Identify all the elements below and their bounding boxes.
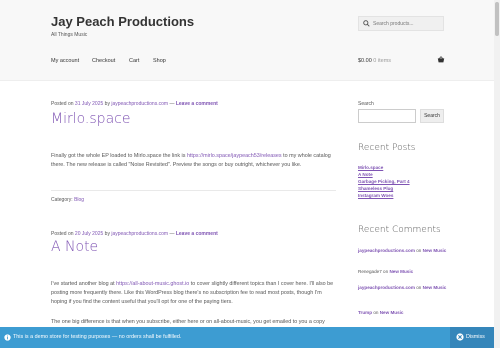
meta-separator: —	[169, 231, 175, 237]
demo-notice-message: This is a demo store for testing purpose…	[13, 334, 182, 340]
page-scrollbar[interactable]	[494, 0, 500, 348]
basket-icon[interactable]	[437, 56, 445, 64]
comment-on-label: on	[416, 248, 422, 253]
post-text: I've started another blog at	[51, 281, 117, 287]
recent-post-link[interactable]: Mirlo.space	[358, 164, 410, 171]
site-tagline: All Things Music	[51, 32, 88, 38]
post-meta: Posted on 31 July 2025 by jaypeachproduc…	[51, 101, 218, 107]
nav-item-cart[interactable]: Cart	[129, 58, 139, 64]
ghost-blog-link[interactable]: https://all-about-music.ghost.io	[116, 281, 189, 287]
post-author-link[interactable]: jaypeachproductions.com	[111, 101, 168, 107]
cart-total: $0.00	[358, 58, 372, 64]
posted-on-label: Posted on	[51, 101, 74, 107]
dismiss-label: Dismiss	[466, 334, 485, 340]
recent-post-link[interactable]: A Note	[358, 171, 410, 178]
recent-post-link[interactable]: Shameless Plug	[358, 185, 410, 192]
sidebar-search-label: Search	[358, 101, 374, 107]
search-icon	[363, 20, 370, 27]
by-label: by	[104, 101, 110, 107]
post-meta: Posted on 20 July 2025 by jaypeachproduc…	[51, 231, 218, 237]
cart-items-count: 0 items	[373, 58, 392, 64]
comment-post-link[interactable]: New Music	[389, 269, 413, 274]
recent-posts-title: Recent Posts	[358, 143, 416, 153]
header-cart[interactable]: $0.00 0 items	[358, 58, 391, 64]
post-date-link[interactable]: 20 July 2025	[75, 231, 103, 237]
category-label: Category	[51, 197, 72, 203]
info-icon	[4, 334, 11, 341]
post-category: Category: Blog	[51, 197, 85, 203]
nav-item-checkout[interactable]: Checkout	[92, 58, 115, 64]
recent-post-link[interactable]: Instagram Woes	[358, 192, 410, 199]
post-title[interactable]: A Note	[51, 239, 98, 255]
comment-post-link[interactable]: New Music	[423, 248, 447, 253]
search-placeholder: Search products...	[373, 21, 414, 27]
post-body: Finally got the whole EP loaded to Mirlo…	[51, 152, 336, 170]
recent-comment: jaypeachproductions.com on New Music	[358, 247, 448, 254]
leave-comment-link[interactable]: Leave a comment	[176, 231, 218, 237]
post-body: I've started another blog at https://all…	[51, 280, 336, 307]
comment-on-label: on	[383, 269, 389, 274]
leave-comment-link[interactable]: Leave a comment	[176, 101, 218, 107]
comment-on-label: on	[416, 285, 422, 290]
comment-post-link[interactable]: New Music	[423, 285, 447, 290]
comment-on-label: on	[373, 310, 379, 315]
sidebar-search-input[interactable]	[358, 109, 416, 123]
posted-on-label: Posted on	[51, 231, 74, 237]
comment-post-link[interactable]: New Music	[380, 310, 404, 315]
post-date-link[interactable]: 31 July 2025	[75, 101, 103, 107]
recent-comment: jaypeachproductions.com on New Music	[358, 284, 448, 291]
mirlo-release-link[interactable]: https://mirlo.space/jaypeach53/releases	[187, 153, 282, 159]
scrollbar-thumb[interactable]	[495, 2, 499, 36]
by-label: by	[104, 231, 110, 237]
dismiss-button[interactable]: Dismiss	[450, 327, 494, 348]
recent-posts-list: Mirlo.space A Note Garbage Picking, Part…	[358, 164, 410, 199]
post-body-paragraph-2: The one big difference is that when you …	[51, 319, 325, 325]
nav-item-my-account[interactable]: My account	[51, 58, 79, 64]
demo-store-notice: This is a demo store for testing purpose…	[0, 327, 494, 348]
post-title[interactable]: Mirlo.space	[51, 111, 130, 127]
dismiss-icon	[456, 333, 464, 341]
divider	[51, 190, 336, 191]
comment-author-link[interactable]: Trump	[358, 310, 372, 315]
recent-comment: Trump on New Music	[358, 309, 448, 316]
nav-item-shop[interactable]: Shop	[153, 58, 166, 64]
sidebar-search-button[interactable]: Search	[420, 109, 444, 123]
recent-comments-title: Recent Comments	[358, 225, 441, 235]
post-author-link[interactable]: jaypeachproductions.com	[111, 231, 168, 237]
post-text: Finally got the whole EP loaded to Mirlo…	[51, 153, 187, 159]
recent-post-link[interactable]: Garbage Picking, Part 4	[358, 178, 410, 185]
comment-author-link[interactable]: jaypeachproductions.com	[358, 248, 415, 253]
category-link[interactable]: Blog	[74, 197, 84, 203]
comment-author: Renegade7	[358, 269, 382, 274]
meta-separator: —	[169, 101, 175, 107]
site-header: Jay Peach Productions All Things Music S…	[0, 0, 500, 81]
comment-author-link[interactable]: jaypeachproductions.com	[358, 285, 415, 290]
recent-comment: Renegade7 on New Music	[358, 268, 448, 275]
product-search-input[interactable]: Search products...	[358, 16, 444, 31]
site-title[interactable]: Jay Peach Productions	[51, 14, 194, 29]
